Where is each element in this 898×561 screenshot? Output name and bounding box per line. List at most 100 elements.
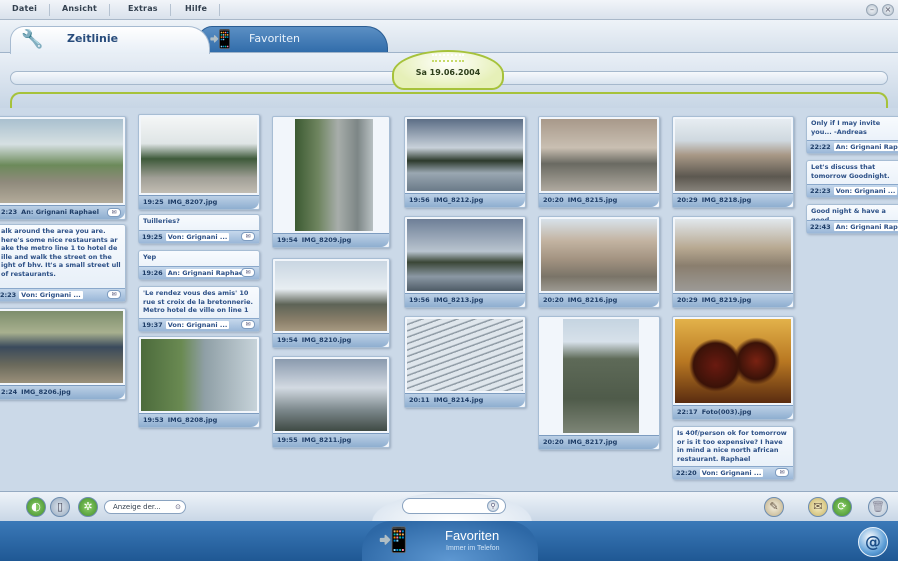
network-icon[interactable]: ✲ — [78, 497, 98, 517]
photo-thumbnail — [0, 311, 123, 383]
photo-caption: 20:11 IMG_8214.jpg — [405, 393, 525, 407]
photo-caption: 19:53 IMG_8208.jpg — [139, 413, 259, 427]
mail-icon[interactable]: ✉ — [808, 497, 828, 517]
tab-favoriten-label: Favoriten — [249, 32, 300, 45]
photo-thumbnail — [275, 359, 387, 431]
photo-caption: 20:29 IMG_8218.jpg — [673, 193, 793, 207]
photo-thumbnail — [675, 219, 791, 291]
photo-card[interactable]: 19:56 IMG_8212.jpg — [404, 116, 526, 208]
date-grip-icon — [432, 54, 464, 62]
view-timeline-icon[interactable]: ◐ — [26, 497, 46, 517]
note-text: alk around the area you are. here's some… — [1, 227, 121, 278]
photo-card[interactable]: 20:29 IMG_8218.jpg — [672, 116, 794, 208]
photo-thumbnail — [407, 119, 523, 191]
photo-thumbnail — [407, 319, 523, 391]
display-filter-label: Anzeige der... — [113, 503, 161, 511]
note-text: Is 40f/person ok for tomorrow or is it t… — [677, 429, 787, 463]
note-card[interactable]: Tuilleries? 19:25 Von: Grignani ... ✉ — [138, 214, 260, 244]
photo-caption: 20:29 IMG_8219.jpg — [673, 293, 793, 307]
photo-card[interactable]: 20:29 IMG_8219.jpg — [672, 216, 794, 308]
photo-card[interactable]: 19:54 IMG_8209.jpg — [272, 116, 390, 248]
message-icon: ✉ — [107, 208, 121, 217]
message-icon: ✉ — [107, 290, 121, 299]
phone-favorites-icon: 📲 — [378, 526, 408, 554]
menu-ansicht[interactable]: Ansicht — [62, 4, 111, 16]
minimize-icon[interactable]: – — [866, 4, 878, 16]
menu-datei[interactable]: Datei — [12, 4, 51, 16]
menu-extras[interactable]: Extras — [128, 4, 171, 16]
photo-card[interactable]: 20:20 IMG_8216.jpg — [538, 216, 660, 308]
search-icon[interactable]: ⚲ — [487, 500, 499, 512]
app-logo-icon[interactable]: @ — [858, 527, 888, 557]
photo-caption: 20:20 IMG_8215.jpg — [539, 193, 659, 207]
message-icon: ✉ — [241, 320, 255, 329]
photo-card[interactable]: 2:23 An: Grignani Raphael ✉ — [0, 116, 126, 220]
note-caption: 22:22An: Grignani Raphael — [807, 140, 898, 153]
tab-strip: 📲 Favoriten 🔧 Zeitlinie — [0, 20, 898, 54]
footer-title: Favoriten — [445, 528, 500, 543]
photo-card[interactable]: 19:25 IMG_8207.jpg — [138, 114, 260, 210]
edit-icon[interactable]: ✎ — [764, 497, 784, 517]
timeline-marker-line — [10, 92, 888, 108]
photo-thumbnail — [295, 119, 373, 231]
photo-thumbnail — [275, 261, 387, 331]
message-icon: ✉ — [241, 268, 255, 277]
dropdown-arrow-icon: ⊙ — [175, 503, 181, 511]
date-indicator[interactable]: Sa 19.06.2004 — [392, 50, 504, 90]
note-text: Only if I may invite you... -Andreas — [811, 119, 881, 136]
photo-card[interactable]: 20:20 IMG_8217.jpg — [538, 316, 660, 450]
photo-caption: 19:56 IMG_8213.jpg — [405, 293, 525, 307]
note-text: Let's discuss that tomorrow Goodnight. — [811, 163, 890, 180]
note-card[interactable]: Is 40f/person ok for tomorrow or is it t… — [672, 426, 794, 480]
photo-card[interactable]: 19:53 IMG_8208.jpg — [138, 336, 260, 428]
bottom-toolbar: ◐ ▯ ✲ Anzeige der... ⊙ ⚲ ✎ ✉ ⟳ 🗑 — [0, 491, 898, 522]
photo-caption: 19:54 IMG_8209.jpg — [273, 233, 389, 247]
photo-caption: 19:25 IMG_8207.jpg — [139, 195, 259, 209]
photo-caption: 19:56 IMG_8212.jpg — [405, 193, 525, 207]
photo-card[interactable]: 2:24 IMG_8206.jpg — [0, 308, 126, 400]
footer-bar: 📲 Favoriten Immer im Telefon — [0, 521, 898, 561]
photo-caption: 20:20 IMG_8216.jpg — [539, 293, 659, 307]
menu-bar: Datei Ansicht Extras Hilfe – × — [0, 0, 898, 20]
search-field[interactable]: ⚲ — [402, 498, 506, 514]
photo-thumbnail — [675, 319, 791, 403]
photo-card[interactable]: 19:54 IMG_8210.jpg — [272, 258, 390, 348]
sync-icon[interactable]: ⟳ — [832, 497, 852, 517]
note-caption: 22:43An: Grignani Raphael — [807, 220, 898, 233]
photo-thumbnail — [0, 119, 123, 203]
photo-caption: 19:55 IMG_8211.jpg — [273, 433, 389, 447]
photo-card[interactable]: 19:55 IMG_8211.jpg — [272, 356, 390, 448]
photo-thumbnail — [141, 339, 257, 411]
note-card[interactable]: 'Le rendez vous des amis' 10 rue st croi… — [138, 286, 260, 332]
photo-card[interactable]: 19:56 IMG_8213.jpg — [404, 216, 526, 308]
photo-thumbnail — [407, 219, 523, 291]
timeline-content: 2:23 An: Grignani Raphael ✉ alk around th… — [0, 108, 898, 491]
note-card[interactable]: Yep 19:26 An: Grignani Raphael ✉ — [138, 250, 260, 280]
tab-zeitlinie[interactable]: 🔧 Zeitlinie — [10, 26, 210, 54]
photo-card[interactable]: 20:20 IMG_8215.jpg — [538, 116, 660, 208]
note-caption: 22:23 Von: Grignani ... — [807, 184, 898, 197]
photo-caption: 20:20 IMG_8217.jpg — [539, 435, 659, 449]
photo-caption: 19:54 IMG_8210.jpg — [273, 333, 389, 347]
display-filter-select[interactable]: Anzeige der... ⊙ — [104, 500, 186, 514]
menu-hilfe[interactable]: Hilfe — [185, 4, 221, 16]
note-text: Yep — [143, 253, 157, 261]
photo-thumbnail — [675, 119, 791, 191]
note-text: Tuilleries? — [143, 217, 180, 225]
close-icon[interactable]: × — [882, 4, 894, 16]
photo-card[interactable]: 22:17 Foto(003).jpg — [672, 316, 794, 420]
phone-view-icon[interactable]: ▯ — [50, 497, 70, 517]
tab-favoriten[interactable]: 📲 Favoriten — [198, 26, 388, 54]
note-card[interactable]: Good night & have a good 22:43An: Grigna… — [806, 204, 898, 234]
delete-icon[interactable]: 🗑 — [868, 497, 888, 517]
photo-card[interactable]: 20:11 IMG_8214.jpg — [404, 316, 526, 408]
note-text: 'Le rendez vous des amis' 10 rue st croi… — [143, 289, 253, 314]
photo-thumbnail — [541, 219, 657, 291]
phone-icon: 📲 — [209, 29, 232, 50]
photo-thumbnail — [541, 119, 657, 191]
footer-subtitle: Immer im Telefon — [446, 545, 500, 552]
date-label: Sa 19.06.2004 — [415, 68, 481, 77]
note-card[interactable]: Only if I may invite you... -Andreas 22:… — [806, 116, 898, 154]
note-card[interactable]: Let's discuss that tomorrow Goodnight. 2… — [806, 160, 898, 198]
note-card[interactable]: alk around the area you are. here's some… — [0, 224, 126, 302]
